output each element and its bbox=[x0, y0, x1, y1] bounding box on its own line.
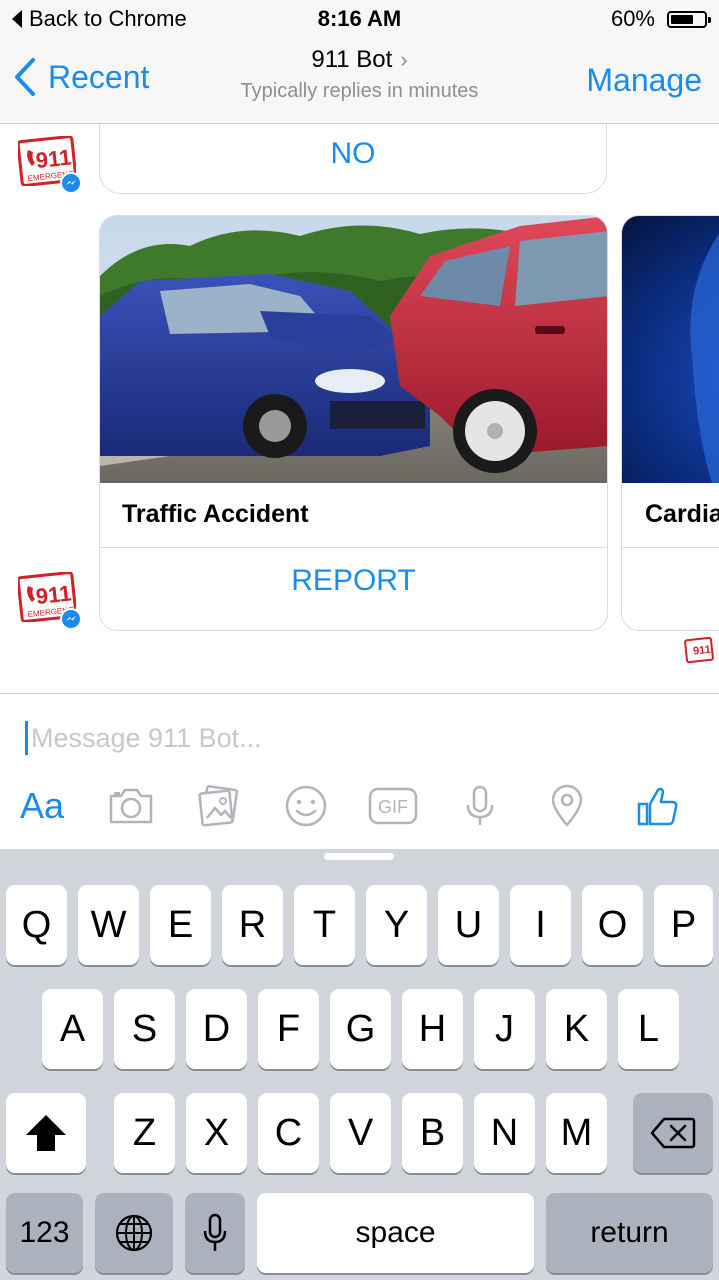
key-b[interactable]: B bbox=[402, 1093, 463, 1173]
text-format-button[interactable]: Aa bbox=[20, 778, 64, 834]
key-u[interactable]: U bbox=[438, 885, 499, 965]
key-h[interactable]: H bbox=[402, 989, 463, 1069]
chevron-right-icon: › bbox=[400, 47, 408, 72]
messenger-badge-icon bbox=[60, 172, 82, 194]
messenger-badge-icon bbox=[60, 608, 82, 630]
gallery-icon bbox=[198, 785, 239, 827]
location-button[interactable] bbox=[550, 778, 584, 834]
camera-icon bbox=[109, 788, 153, 824]
traffic-accident-image[interactable] bbox=[100, 216, 607, 483]
shift-key[interactable] bbox=[6, 1093, 86, 1173]
location-icon bbox=[551, 784, 583, 827]
message-composer: Message 911 Bot... Aa GIF bbox=[0, 693, 719, 850]
status-bar: Back to Chrome 8:16 AM 60% bbox=[0, 0, 719, 40]
bot-name: 911 Bot bbox=[311, 46, 393, 73]
svg-text:911: 911 bbox=[35, 145, 73, 174]
card-divider bbox=[622, 547, 719, 548]
key-j[interactable]: J bbox=[474, 989, 535, 1069]
key-n[interactable]: N bbox=[474, 1093, 535, 1173]
key-q[interactable]: Q bbox=[6, 885, 67, 965]
like-icon bbox=[637, 787, 678, 826]
key-w[interactable]: W bbox=[78, 885, 139, 965]
gif-button[interactable]: GIF bbox=[368, 778, 418, 834]
key-l[interactable]: L bbox=[618, 989, 679, 1069]
delete-key[interactable] bbox=[633, 1093, 713, 1173]
camera-button[interactable] bbox=[108, 778, 154, 834]
onscreen-keyboard: Q W E R T Y U I O P A S D F G H J K L Z … bbox=[0, 849, 719, 1280]
key-s[interactable]: S bbox=[114, 989, 175, 1069]
svg-text:911: 911 bbox=[35, 581, 73, 610]
numbers-key[interactable]: 123 bbox=[6, 1193, 83, 1273]
key-k[interactable]: K bbox=[546, 989, 607, 1069]
key-i[interactable]: I bbox=[510, 885, 571, 965]
conversation-header: Recent 911 Bot › Typically replies in min… bbox=[0, 40, 719, 124]
globe-icon bbox=[115, 1214, 153, 1252]
key-t[interactable]: T bbox=[294, 885, 355, 965]
emoji-button[interactable] bbox=[284, 778, 328, 834]
key-r[interactable]: R bbox=[222, 885, 283, 965]
svg-text:911: 911 bbox=[693, 644, 712, 658]
composer-toolbar: Aa GIF bbox=[0, 778, 719, 834]
traffic-accident-card[interactable]: Traffic Accident REPORT bbox=[99, 215, 608, 631]
keyboard-handle[interactable] bbox=[324, 853, 394, 860]
svg-text:GIF: GIF bbox=[378, 797, 408, 817]
message-placeholder: Message 911 Bot... bbox=[31, 722, 262, 753]
card-title: Cardia bbox=[645, 500, 719, 528]
globe-key[interactable] bbox=[95, 1193, 173, 1273]
dictation-key[interactable] bbox=[185, 1193, 245, 1273]
battery-fill bbox=[671, 15, 693, 24]
key-z[interactable]: Z bbox=[114, 1093, 175, 1173]
bot-avatar[interactable]: 911 EMERGENCY bbox=[18, 572, 82, 630]
cardiac-card[interactable]: Cardia bbox=[621, 215, 719, 631]
report-button[interactable]: REPORT bbox=[100, 564, 607, 598]
key-v[interactable]: V bbox=[330, 1093, 391, 1173]
microphone-icon bbox=[466, 785, 494, 825]
key-y[interactable]: Y bbox=[366, 885, 427, 965]
read-receipt-icon: 911 bbox=[684, 637, 714, 663]
gallery-button[interactable] bbox=[197, 778, 241, 834]
key-d[interactable]: D bbox=[186, 989, 247, 1069]
key-c[interactable]: C bbox=[258, 1093, 319, 1173]
shift-arrow-icon bbox=[26, 1115, 66, 1151]
emoji-icon bbox=[285, 785, 327, 827]
key-g[interactable]: G bbox=[330, 989, 391, 1069]
no-button[interactable]: NO bbox=[100, 137, 606, 171]
space-key[interactable]: space bbox=[257, 1193, 534, 1273]
previous-message-bubble: NO bbox=[99, 124, 607, 194]
gif-icon: GIF bbox=[368, 787, 418, 825]
chat-thread[interactable]: 911 EMERGENCY NO Traffic Accident REPORT… bbox=[0, 124, 719, 693]
card-title: Traffic Accident bbox=[122, 500, 309, 528]
key-a[interactable]: A bbox=[42, 989, 103, 1069]
cardiac-image[interactable] bbox=[622, 216, 719, 483]
key-e[interactable]: E bbox=[150, 885, 211, 965]
backspace-icon bbox=[650, 1117, 696, 1149]
microphone-button[interactable] bbox=[464, 778, 496, 834]
key-m[interactable]: M bbox=[546, 1093, 607, 1173]
like-button[interactable] bbox=[636, 778, 680, 834]
message-input[interactable]: Message 911 Bot... bbox=[25, 720, 675, 756]
manage-button[interactable]: Manage bbox=[586, 62, 702, 99]
return-key[interactable]: return bbox=[546, 1193, 713, 1273]
key-f[interactable]: F bbox=[258, 989, 319, 1069]
bot-avatar[interactable]: 911 EMERGENCY bbox=[18, 136, 82, 194]
key-p[interactable]: P bbox=[654, 885, 713, 965]
key-o[interactable]: O bbox=[582, 885, 643, 965]
microphone-icon bbox=[203, 1213, 227, 1251]
card-divider bbox=[100, 547, 607, 548]
battery-percentage: 60% bbox=[610, 6, 655, 31]
text-caret bbox=[25, 721, 28, 755]
key-x[interactable]: X bbox=[186, 1093, 247, 1173]
battery-icon bbox=[667, 11, 711, 28]
